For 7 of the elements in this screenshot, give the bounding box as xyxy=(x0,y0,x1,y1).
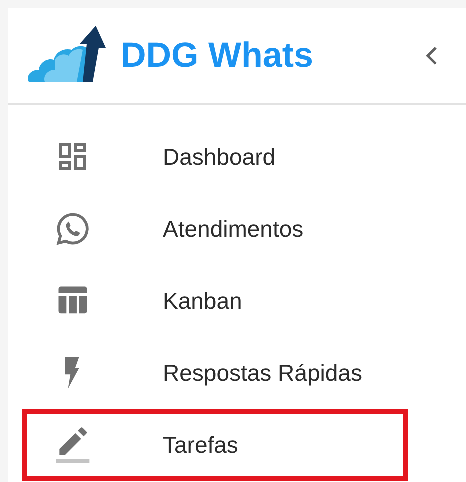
menu-item[interactable]: Atendimentos xyxy=(22,193,408,265)
menu-item[interactable]: Dashboard xyxy=(22,121,408,193)
menu-item[interactable]: Respostas Rápidas xyxy=(22,337,408,409)
menu-item[interactable]: Tarefas xyxy=(22,409,408,481)
menu-item[interactable]: Kanban xyxy=(22,265,408,337)
chevron-left-icon[interactable] xyxy=(424,44,440,66)
app-title: DDG Whats xyxy=(121,36,314,76)
